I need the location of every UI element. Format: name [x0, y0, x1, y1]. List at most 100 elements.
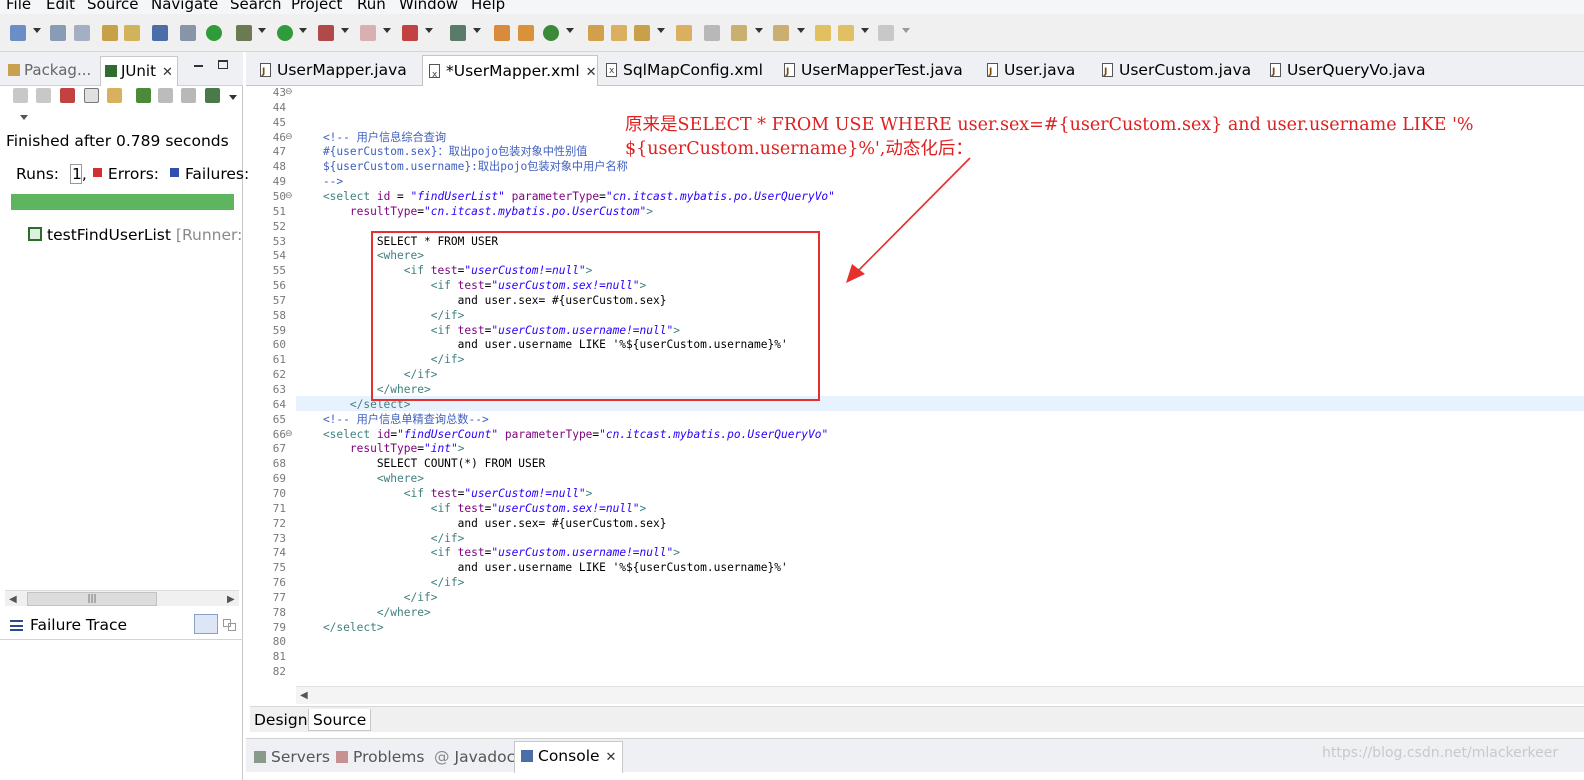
filter-stack-trace-button[interactable]: [194, 614, 218, 634]
code-line[interactable]: and user.sex= #{userCustom.sex}: [296, 517, 667, 532]
stop-junit-icon[interactable]: [181, 88, 196, 103]
pen-icon[interactable]: [634, 25, 650, 41]
tab-servers[interactable]: Servers: [254, 745, 330, 771]
editor-horizontal-scrollbar[interactable]: ◀: [296, 686, 1584, 704]
code-line[interactable]: <!-- 用户信息单精查询总数-->: [296, 413, 489, 428]
editor-tab[interactable]: SqlMapConfig.xml: [600, 58, 763, 86]
prev-annotation-icon[interactable]: [773, 25, 789, 41]
code-line[interactable]: </select>: [296, 621, 384, 636]
back-arrow-icon[interactable]: [838, 25, 854, 41]
close-console-icon[interactable]: ✕: [606, 750, 617, 765]
tab-package-explorer[interactable]: Packag...: [8, 58, 91, 82]
debug-dropdown-icon[interactable]: [258, 28, 266, 33]
run-icon[interactable]: [277, 25, 293, 41]
save-icon[interactable]: [50, 25, 66, 41]
rerun-failed-first-icon[interactable]: [158, 88, 173, 103]
view-menu-icon[interactable]: [20, 115, 28, 120]
scroll-left-icon[interactable]: ◀: [9, 594, 17, 605]
close-tab-icon[interactable]: ✕: [586, 65, 597, 80]
code-line[interactable]: </if>: [296, 576, 465, 591]
editor-tab[interactable]: UserMapper.java: [254, 58, 407, 86]
next-annotation-dropdown-icon[interactable]: [755, 28, 763, 33]
back-dropdown-icon[interactable]: [861, 28, 869, 33]
code-line[interactable]: </where>: [296, 606, 431, 621]
code-line[interactable]: <!-- 用户信息综合查询: [296, 131, 446, 146]
tab-console[interactable]: Console ✕: [514, 741, 624, 773]
search-dropdown-icon[interactable]: [473, 28, 481, 33]
fold-toggle-icon[interactable]: ⊖: [285, 132, 293, 142]
code-line[interactable]: </if>: [296, 368, 438, 383]
menu-source[interactable]: Source: [87, 0, 139, 13]
new-dropdown-icon[interactable]: [33, 28, 41, 33]
open-type-icon[interactable]: [124, 25, 140, 41]
editor-tab[interactable]: *UserMapper.xml ✕: [422, 55, 598, 90]
code-line[interactable]: -->: [296, 175, 343, 190]
fold-toggle-icon[interactable]: ⊖: [285, 87, 293, 97]
scroll-right-icon[interactable]: ▶: [227, 594, 235, 605]
xml-source-editor[interactable]: 43 ⊖ 44 45 46 ⊖ 47 48 49 50 ⊖ 51 52 53 54 55 56 57 58 59 60 6…: [250, 86, 1584, 686]
test-tree-item[interactable]: testFindUserList [Runner: JU: [28, 226, 242, 244]
scroll-lock-icon[interactable]: [84, 88, 99, 103]
code-line[interactable]: <where>: [296, 472, 424, 487]
editor-tab[interactable]: UserCustom.java: [1096, 58, 1251, 86]
save-all-icon[interactable]: [74, 25, 90, 41]
forward-dropdown-icon[interactable]: [902, 28, 910, 33]
show-failures-only-icon[interactable]: [60, 88, 75, 103]
compare-results-icon[interactable]: [222, 616, 238, 632]
editor-tab[interactable]: UserQueryVo.java: [1264, 58, 1425, 86]
history-dropdown-icon[interactable]: [229, 95, 237, 100]
coverage-dropdown-icon[interactable]: [341, 28, 349, 33]
test-run-history-icon[interactable]: [205, 88, 220, 103]
menu-project[interactable]: Project: [291, 0, 342, 13]
editor-tab[interactable]: User.java: [981, 58, 1075, 86]
scroll-thumb[interactable]: |||: [27, 592, 157, 606]
server-start-icon[interactable]: [206, 25, 222, 41]
next-annotation-icon[interactable]: [731, 25, 747, 41]
code-line[interactable]: and user.username LIKE '%${userCustom.us…: [296, 561, 788, 576]
tab-problems[interactable]: Problems: [336, 745, 424, 771]
coverage-icon[interactable]: [318, 25, 334, 41]
last-edit-icon[interactable]: [704, 25, 720, 41]
new-icon[interactable]: [10, 25, 26, 41]
code-line[interactable]: </if>: [296, 353, 465, 368]
code-line[interactable]: </if>: [296, 309, 465, 324]
code-line[interactable]: #{userCustom.sex}：取出pojo包装对象中性别值: [296, 145, 588, 160]
fold-toggle-icon[interactable]: ⊖: [285, 429, 293, 439]
code-line[interactable]: resultType="cn.itcast.mybatis.po.UserCus…: [296, 205, 653, 220]
rerun-test-icon[interactable]: [107, 88, 122, 103]
menu-navigate[interactable]: Navigate: [151, 0, 218, 13]
forward-icon[interactable]: [878, 25, 894, 41]
menu-run[interactable]: Run: [357, 0, 386, 13]
maximize-icon[interactable]: [218, 60, 228, 69]
code-line[interactable]: <where>: [296, 249, 424, 264]
menu-help[interactable]: Help: [471, 0, 505, 13]
editor-tab[interactable]: UserMapperTest.java: [778, 58, 963, 86]
code-line[interactable]: SELECT * FROM USER: [296, 235, 498, 250]
new-java-project-icon[interactable]: [494, 25, 510, 41]
debug-icon[interactable]: [236, 25, 252, 41]
external-tools-dropdown-icon[interactable]: [425, 28, 433, 33]
prev-annotation-dropdown-icon[interactable]: [797, 28, 805, 33]
new-package-icon[interactable]: [518, 25, 534, 41]
menu-file[interactable]: File: [6, 0, 31, 13]
open-folder-icon[interactable]: [588, 25, 604, 41]
rerun-failed-icon[interactable]: [136, 88, 151, 103]
tab-junit[interactable]: JUnit ✕: [100, 56, 178, 86]
new-class-icon[interactable]: [543, 25, 559, 41]
code-line[interactable]: <select id="findUserCount" parameterType…: [296, 428, 828, 443]
code-line[interactable]: </if>: [296, 532, 465, 547]
minimize-icon[interactable]: [194, 65, 203, 67]
run-dropdown-icon[interactable]: [299, 28, 307, 33]
toggle-breakpoint-icon[interactable]: [180, 25, 196, 41]
menu-edit[interactable]: Edit: [46, 0, 75, 13]
previous-failure-icon[interactable]: [36, 88, 51, 103]
code-line[interactable]: ${userCustom.username}:取出pojo包装对象中用户名称: [296, 160, 628, 175]
code-line[interactable]: </if>: [296, 591, 438, 606]
code-line[interactable]: <if test="userCustom.sex!=null">: [296, 279, 647, 294]
fold-toggle-icon[interactable]: ⊖: [285, 191, 293, 201]
code-line[interactable]: <select id = "findUserList" parameterTyp…: [296, 190, 835, 205]
code-line[interactable]: and user.sex= #{userCustom.sex}: [296, 294, 667, 309]
tab-design[interactable]: Design: [250, 709, 312, 731]
print-icon[interactable]: [102, 25, 118, 41]
menu-search[interactable]: Search: [230, 0, 282, 13]
